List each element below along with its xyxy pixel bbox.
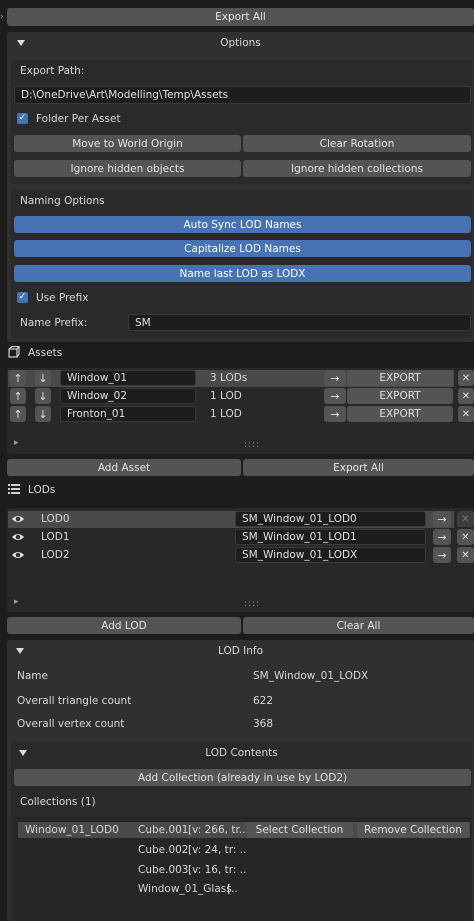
lod-mesh-name-field[interactable]: SM_Window_01_LODX <box>235 547 426 563</box>
ignore-hidden-objects-button[interactable]: Ignore hidden objects <box>14 160 241 177</box>
export-all-button[interactable]: Export All <box>7 8 474 26</box>
asset-lod-count: 1 LOD <box>210 390 242 402</box>
lods-title: LODs <box>28 484 56 496</box>
folder-per-asset-checkbox[interactable]: ✓ <box>17 113 28 124</box>
remove-lod-icon[interactable]: ✕ <box>457 511 474 527</box>
object-info: [v: 266, tr... <box>188 824 249 836</box>
folder-per-asset-label: Folder Per Asset <box>36 113 121 125</box>
collection-name: Window_01_LOD0 <box>25 824 119 836</box>
asset-lod-count: 1 LOD <box>210 408 242 420</box>
export-arrow-icon[interactable]: → <box>324 388 346 404</box>
auto-sync-lod-names-toggle[interactable]: Auto Sync LOD Names <box>14 216 471 233</box>
move-up-icon[interactable]: ↑ <box>10 406 26 422</box>
export-arrow-icon[interactable]: → <box>324 370 346 386</box>
asset-name-field[interactable]: Window_02 <box>60 388 196 404</box>
vertex-count-label: Overall vertex count <box>17 718 125 730</box>
visibility-eye-icon[interactable] <box>11 512 25 526</box>
lod-mesh-name-field[interactable]: SM_Window_01_LOD1 <box>235 529 426 545</box>
export-path-field[interactable]: D:\OneDrive\Art\Modelling\Temp\Assets <box>14 86 471 104</box>
lod-name: LOD0 <box>41 513 70 525</box>
object-info: [v: 16, tr: .. <box>188 864 247 876</box>
capitalize-lod-names-toggle[interactable]: Capitalize LOD Names <box>14 240 471 257</box>
remove-collection-button[interactable]: Remove Collection <box>357 822 469 838</box>
use-prefix-label: Use Prefix <box>36 292 89 304</box>
lod-info-title: LOD Info <box>217 644 264 657</box>
name-prefix-label: Name Prefix: <box>20 317 88 329</box>
lod-export-arrow-icon[interactable]: → <box>433 529 451 545</box>
lod-export-arrow-icon[interactable]: → <box>433 547 451 563</box>
export-asset-button[interactable]: EXPORT <box>347 388 453 404</box>
object-name: Cube.002 <box>138 844 189 856</box>
add-asset-button[interactable]: Add Asset <box>7 459 241 476</box>
select-collection-button[interactable]: Select Collection <box>246 822 353 838</box>
object-info: [.. <box>227 883 238 895</box>
ignore-hidden-collections-button[interactable]: Ignore hidden collections <box>243 160 471 177</box>
clear-rotation-button[interactable]: Clear Rotation <box>243 135 471 152</box>
triangle-count-value: 622 <box>253 695 274 707</box>
move-up-icon[interactable]: ↑ <box>10 388 26 404</box>
visibility-eye-icon[interactable] <box>11 548 25 562</box>
lod-contents-title: LOD Contents <box>205 746 278 759</box>
asset-name-field[interactable]: Window_01 <box>60 370 196 386</box>
remove-asset-icon[interactable]: ✕ <box>458 370 474 386</box>
triangle-count-label: Overall triangle count <box>17 695 132 707</box>
object-name: Cube.003 <box>138 864 189 876</box>
naming-options-title: Naming Options <box>20 195 105 207</box>
remove-lod-icon[interactable]: ✕ <box>457 529 474 545</box>
asset-lod-count: 3 LODs <box>210 372 248 384</box>
lod-mesh-name-field[interactable]: SM_Window_01_LOD0 <box>235 511 426 527</box>
list-filter-toggle-icon[interactable]: ▸ <box>14 438 19 448</box>
lod-info-name-value: SM_Window_01_LODX <box>253 670 369 682</box>
lod-export-arrow-icon[interactable]: → <box>433 511 451 527</box>
export-asset-button[interactable]: EXPORT <box>347 370 453 386</box>
asset-name-field[interactable]: Fronton_01 <box>60 406 196 422</box>
object-name: Cube.001 <box>138 824 189 836</box>
lod-name: LOD1 <box>41 531 70 543</box>
object-info: [v: 24, tr: .. <box>188 844 247 856</box>
lod-info-name-label: Name <box>17 670 48 682</box>
list-resize-grip[interactable]: :::: <box>244 440 260 450</box>
assets-icon <box>8 345 21 358</box>
object-name: Window_01_Glass <box>138 883 232 895</box>
options-title: Options <box>220 36 261 49</box>
lods-list-icon <box>8 483 20 495</box>
export-asset-button[interactable]: EXPORT <box>347 406 453 422</box>
lod-contents-header[interactable]: LOD Contents <box>11 742 472 763</box>
move-to-world-origin-button[interactable]: Move to World Origin <box>14 135 241 152</box>
remove-asset-icon[interactable]: ✕ <box>458 388 474 404</box>
move-up-icon[interactable]: ↑ <box>10 370 26 386</box>
remove-asset-icon[interactable]: ✕ <box>458 406 474 422</box>
move-down-icon[interactable]: ↓ <box>35 370 51 386</box>
collections-label: Collections (1) <box>20 796 96 808</box>
add-lod-button[interactable]: Add LOD <box>7 617 241 634</box>
options-header[interactable]: Options <box>7 32 474 53</box>
assets-title: Assets <box>28 347 63 359</box>
lod-name: LOD2 <box>41 549 70 561</box>
add-collection-button[interactable]: Add Collection (already in use by LOD2) <box>14 769 471 786</box>
export-all-assets-button[interactable]: Export All <box>243 459 474 476</box>
visibility-eye-icon[interactable] <box>11 530 25 544</box>
export-arrow-icon[interactable]: → <box>324 406 346 422</box>
sidebar-toggle-icon[interactable]: › <box>0 12 6 24</box>
export-path-label: Export Path: <box>20 65 85 77</box>
move-down-icon[interactable]: ↓ <box>35 406 51 422</box>
vertex-count-value: 368 <box>253 718 274 730</box>
use-prefix-checkbox[interactable]: ✓ <box>17 292 28 303</box>
name-prefix-field[interactable]: SM <box>128 314 471 331</box>
remove-lod-icon[interactable]: ✕ <box>457 547 474 563</box>
lod-info-header[interactable]: LOD Info <box>7 640 474 661</box>
list-filter-toggle-icon[interactable]: ▸ <box>14 597 19 607</box>
move-down-icon[interactable]: ↓ <box>35 388 51 404</box>
name-last-lod-toggle[interactable]: Name last LOD as LODX <box>14 265 471 282</box>
clear-all-button[interactable]: Clear All <box>243 617 474 634</box>
list-resize-grip[interactable]: :::: <box>244 599 260 609</box>
